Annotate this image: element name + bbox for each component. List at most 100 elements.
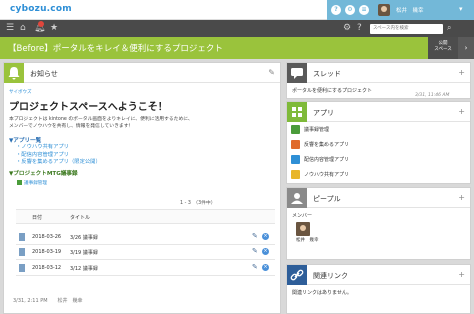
home-icon[interactable]: ⌂ (20, 23, 26, 34)
notice-header: お知らせ ✎ (4, 63, 280, 83)
star-icon[interactable]: ★ (50, 23, 58, 34)
table-header: 日付 タイトル (16, 209, 275, 224)
thread-timestamp: 3/31, 11:46 AM (415, 93, 450, 98)
thread-title: スレッド (313, 70, 341, 78)
add-icon[interactable]: + (458, 68, 465, 78)
user-avatar[interactable] (378, 4, 390, 16)
related-links-panel: 関連リンク + 関連リンクはありません。 (286, 264, 471, 314)
minutes-app-label: 議事録管理 (24, 180, 47, 186)
pagination: 1 - 3 （3件中） (180, 201, 216, 206)
chevron-down-icon[interactable]: ▾ (459, 5, 463, 13)
apps-header: アプリ + (287, 102, 470, 122)
delete-icon[interactable]: × (262, 233, 269, 240)
member-avatar[interactable] (296, 222, 310, 236)
row-date: 2018-03-19 (32, 249, 62, 255)
delete-icon[interactable]: × (262, 248, 269, 255)
app-name: 議事録管理 (304, 127, 330, 133)
people-header: ピープル + (287, 188, 470, 208)
chat-icon (287, 63, 307, 83)
search-icon[interactable]: ⌕ (447, 23, 459, 34)
search-input[interactable]: スペース内を検索 (370, 24, 443, 34)
welcome-heading: プロジェクトスペースへようこそ！ (9, 102, 168, 113)
cybozu-logo: サイボウズ (9, 90, 32, 95)
apps-title: アプリ (313, 109, 334, 117)
apps-section-title: ▼アプリ一覧 (9, 138, 42, 144)
document-icon[interactable] (19, 248, 25, 256)
app-icon (291, 140, 300, 149)
add-icon[interactable]: + (458, 107, 465, 117)
col-date[interactable]: 日付 (32, 214, 42, 221)
edit-icon[interactable]: ✎ (252, 247, 258, 255)
notice-title: お知らせ (30, 70, 58, 78)
thread-header: スレッド + (287, 63, 470, 83)
document-icon[interactable] (19, 264, 25, 272)
settings-icon[interactable]: ⚙ (345, 5, 355, 15)
bell-icon (4, 63, 24, 83)
app-icon (291, 155, 300, 164)
table-row[interactable]: 2018-03-19 3/19 議事録 ✎ × (16, 245, 275, 260)
app-name: 配信内容管理アプリ (304, 157, 350, 163)
space-settings-button[interactable]: 公開 スペース (428, 37, 458, 59)
apps-menu-icon[interactable]: ≡ (359, 5, 369, 15)
notification-badge (38, 21, 44, 27)
row-date: 2018-03-12 (32, 265, 62, 271)
minutes-app-link[interactable]: 議事録管理 (17, 179, 274, 186)
app-link-feedback[interactable]: ・反響を集めるアプリ（限定公開） (16, 159, 274, 167)
row-title[interactable]: 3/19 議事録 (70, 249, 98, 256)
edit-icon[interactable]: ✎ (252, 232, 258, 240)
app-item[interactable]: 反響を集めるアプリ (291, 139, 463, 150)
row-title[interactable]: 3/26 議事録 (70, 234, 98, 241)
brand-logo[interactable]: cybozu.com (10, 4, 72, 14)
table-row[interactable]: 2018-03-26 3/26 議事録 ✎ × (16, 230, 275, 245)
table-row[interactable]: 2018-03-12 3/12 議事録 ✎ × (16, 261, 275, 276)
app-icon (291, 170, 300, 179)
app-link-knowhow[interactable]: ・ノウハウ共有アプリ (16, 144, 274, 152)
thread-panel: スレッド + ポータルを便利にするプロジェクト 3/31, 11:46 AM (286, 62, 471, 99)
chevron-right-icon[interactable]: › (458, 37, 474, 59)
description-line-2: メンバーでノウハウを共有し、情報を発信していきます！ (9, 124, 134, 129)
links-empty-text: 関連リンクはありません。 (292, 290, 352, 296)
links-title: 関連リンク (313, 272, 348, 280)
document-icon[interactable] (19, 233, 25, 241)
app-item[interactable]: ノウハウ共有アプリ (291, 169, 463, 180)
row-date: 2018-03-26 (32, 234, 62, 240)
app-item[interactable]: 議事録管理 (291, 124, 463, 135)
description-line-1: 本プロジェクトは kintone のポータル画面をよりキレイに、便利に活用するた… (9, 117, 193, 122)
apps-panel: アプリ + 議事録管理 反響を集めるアプリ 配信内容管理アプリ ノウハウ共有アプ… (286, 101, 471, 184)
link-icon (287, 265, 307, 285)
user-name[interactable]: 松井 幾幸 (396, 6, 424, 14)
delete-icon[interactable]: × (262, 264, 269, 271)
row-title[interactable]: 3/12 議事録 (70, 265, 98, 272)
col-title[interactable]: タイトル (70, 214, 90, 221)
member-label: メンバー (292, 213, 313, 219)
notice-panel: お知らせ ✎ サイボウズ プロジェクトスペースへようこそ！ 本プロジェクトは k… (3, 62, 281, 314)
people-title: ピープル (313, 195, 341, 203)
app-icon (17, 179, 22, 185)
gear-icon[interactable]: ⚙ (343, 23, 351, 34)
help-icon[interactable]: ? (331, 5, 341, 15)
app-name: 反響を集めるアプリ (304, 142, 350, 148)
space-title-bar: 【Before】ポータルをキレイ＆便利にするプロジェクト (0, 37, 474, 59)
app-name: ノウハウ共有アプリ (304, 172, 350, 178)
notice-footer: 3/31, 2:11 PM 松井 幾幸 (13, 298, 83, 304)
links-header: 関連リンク + (287, 265, 470, 285)
top-header: cybozu.com ? ⚙ ≡ 松井 幾幸 ▾ (0, 0, 474, 20)
space-settings-label: 公開 スペース (434, 41, 452, 52)
member-name[interactable]: 松井 幾幸 (296, 237, 319, 243)
app-grid-icon (287, 102, 307, 122)
notice-content: サイボウズ プロジェクトスペースへようこそ！ 本プロジェクトは kintone … (9, 89, 274, 186)
nav-bar: ☰ ⌂ 🔔︎ ★ ⚙ ? スペース内を検索 ⌕ (0, 20, 474, 37)
app-icon (291, 125, 300, 134)
edit-icon[interactable]: ✎ (268, 68, 275, 78)
people-icon (287, 188, 307, 208)
edit-icon[interactable]: ✎ (252, 263, 258, 271)
app-link-delivery[interactable]: ・配信内容管理アプリ (16, 152, 274, 160)
people-panel: ピープル + メンバー 松井 幾幸 (286, 187, 471, 260)
mtg-section-title: ▼プロジェクトMTG議事録 (9, 170, 78, 177)
add-icon[interactable]: + (458, 193, 465, 203)
help-circle-icon[interactable]: ? (357, 23, 362, 34)
add-icon[interactable]: + (458, 270, 465, 280)
space-title: 【Before】ポータルをキレイ＆便利にするプロジェクト (8, 44, 223, 54)
app-item[interactable]: 配信内容管理アプリ (291, 154, 463, 165)
hamburger-icon[interactable]: ☰ (6, 23, 14, 34)
